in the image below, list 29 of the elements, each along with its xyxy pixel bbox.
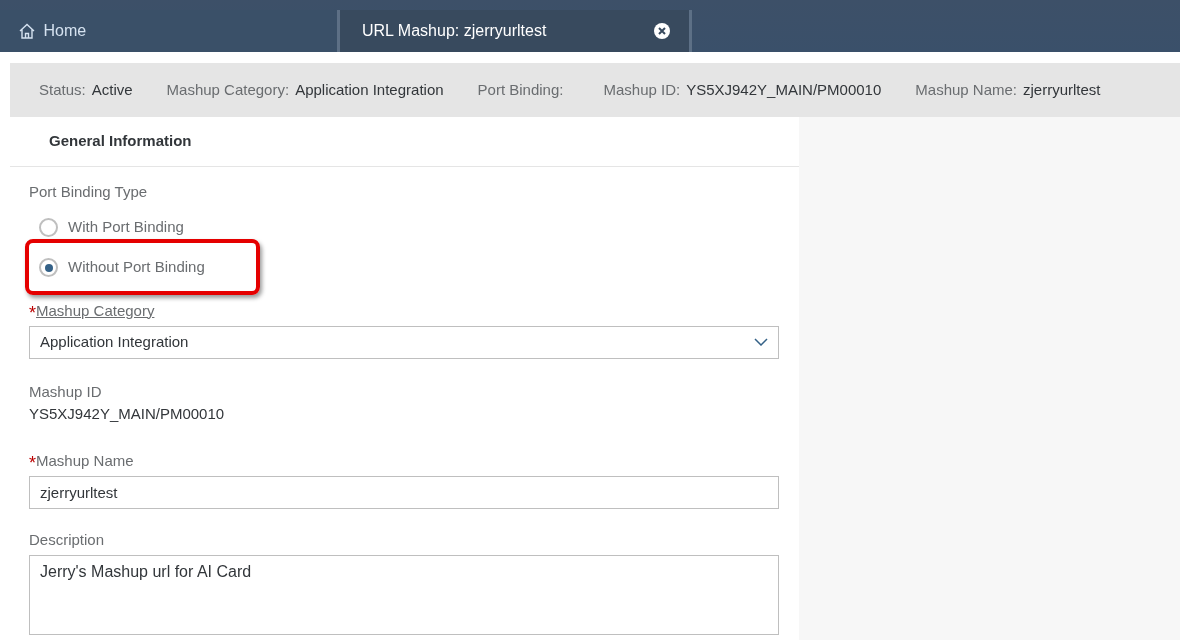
field-label: Mashup ID [29, 381, 102, 402]
radio-label[interactable]: With Port Binding [68, 216, 184, 239]
close-icon[interactable] [653, 22, 671, 40]
field-value: YS5XJ942Y_MAIN/PM00010 [686, 79, 882, 100]
field-label: Description [29, 530, 105, 550]
section-title: General Information [10, 117, 799, 167]
field-value: Active [91, 79, 133, 100]
dropdown-field[interactable]: Application Integration [29, 325, 779, 359]
field-label: Mashup Name [36, 450, 134, 471]
input-field[interactable]: zjerryurltest [29, 476, 779, 509]
field-label: Mashup ID: [603, 79, 681, 100]
required-mark: * [29, 304, 36, 322]
radio-button[interactable] [39, 258, 58, 277]
text-area[interactable]: Jerry's Mashup url for AI Card [29, 555, 779, 636]
field-label: Status: [39, 79, 86, 100]
field-value: zjerryurltest [1023, 79, 1101, 100]
radio-button[interactable] [39, 218, 58, 237]
radio-label[interactable]: Without Port Binding [68, 256, 205, 279]
chevron-down-icon [754, 338, 768, 347]
home-icon [18, 22, 36, 40]
tab[interactable]: URL Mashup: zjerryurltest [340, 10, 692, 52]
required-mark: * [29, 454, 36, 473]
field-value: YS5XJ942Y_MAIN/PM00010 [29, 404, 226, 425]
field-label: Port Binding Type [29, 182, 149, 202]
field-label: Mashup Category [36, 300, 155, 321]
field-label: Port Binding: [477, 79, 564, 100]
field-label: Mashup Category: [166, 79, 290, 100]
field-label: Mashup Name: [915, 79, 1017, 100]
field-value: Application Integration [295, 79, 444, 100]
